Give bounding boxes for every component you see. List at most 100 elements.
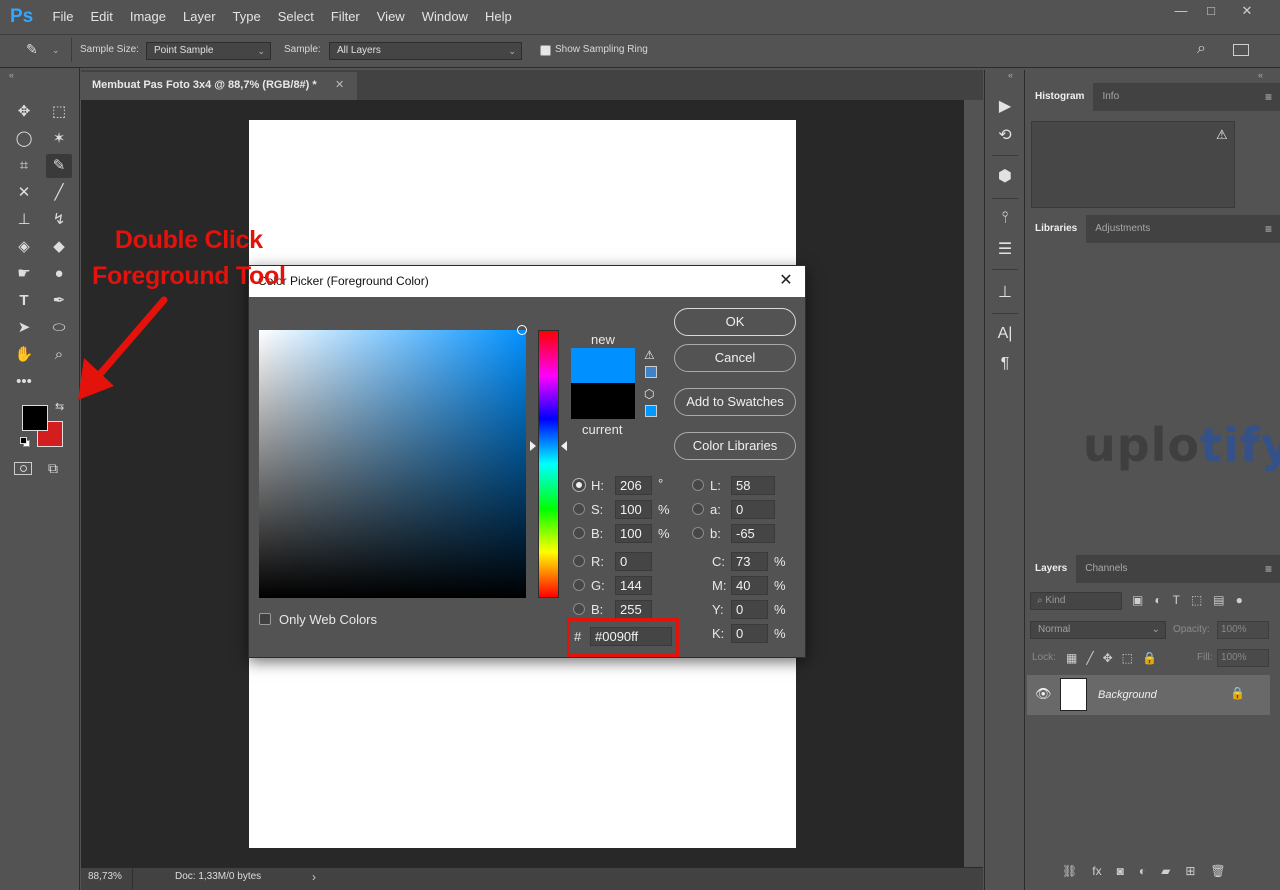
eyedropper-preset-icon[interactable]: ✎ [26,41,38,58]
menu-layer[interactable]: Layer [175,0,225,34]
blue-field[interactable]: 255 [615,600,652,619]
layer-style-icon[interactable]: fx [1092,864,1101,878]
stamp-tool-icon[interactable]: ⊥ [11,208,37,232]
menu-view[interactable]: View [368,0,413,34]
brightness-radio[interactable] [573,527,585,539]
saturation-radio[interactable] [573,503,585,515]
menu-file[interactable]: File [44,0,82,34]
lock-position-icon[interactable]: ✥ [1103,651,1113,665]
zoom-tool-icon[interactable]: ⌕ [46,343,72,367]
sample-select[interactable]: All Layers ⌄ [329,42,522,60]
shape-filter-icon[interactable]: ⬚ [1191,593,1202,607]
menu-edit[interactable]: Edit [82,0,121,34]
eyedropper-tool-icon[interactable]: ✎ [46,154,72,178]
document-tab[interactable]: Membuat Pas Foto 3x4 @ 88,7% (RGB/8#) * … [81,72,357,100]
yellow-field[interactable]: 0 [731,600,768,619]
paragraph-icon[interactable]: ¶ [992,355,1018,373]
lock-pixels-icon[interactable]: ╱ [1086,651,1093,665]
ok-button[interactable]: OK [674,308,796,336]
maximize-icon[interactable]: □ [1196,0,1226,24]
lightness-radio[interactable] [692,479,704,491]
delete-layer-icon[interactable]: 🗑 [1210,864,1225,878]
crop-tool-icon[interactable]: ⌗ [11,154,37,178]
lock-artboard-icon[interactable]: ⬚ [1122,651,1133,665]
path-selection-tool-icon[interactable]: ➤ [11,316,37,340]
saturation-field[interactable]: 100 [615,500,652,519]
b-channel-field[interactable]: -65 [731,524,775,543]
current-color-swatch[interactable] [571,383,635,419]
lock-transparent-icon[interactable]: ▦ [1066,651,1077,665]
web-safe-cube-icon[interactable]: ⬡ [644,387,654,401]
menu-help[interactable]: Help [476,0,520,34]
quick-mask-icon[interactable] [14,462,32,475]
magic-wand-tool-icon[interactable]: ✶ [46,127,72,151]
gamut-color-chip[interactable] [645,366,657,378]
black-field[interactable]: 0 [731,624,768,643]
hand-tool-icon[interactable]: ✋ [11,343,37,367]
zoom-level[interactable]: 88,73% [88,871,122,882]
close-icon[interactable]: ✕ [773,269,799,293]
collapse-icon[interactable]: « [1258,70,1263,80]
more-tools-icon[interactable]: ••• [11,370,37,394]
only-web-colors-checkbox[interactable] [259,613,271,625]
eye-icon[interactable]: 👁 [1035,686,1052,702]
ellipse-tool-icon[interactable]: ⬭ [46,316,72,340]
panel-menu-icon[interactable]: ≡ [1265,562,1272,576]
clone-source-icon[interactable]: ⊥ [992,282,1018,302]
properties-icon[interactable]: ☰ [992,239,1018,259]
menu-image[interactable]: Image [121,0,174,34]
link-layers-icon[interactable]: ⛓ [1062,864,1077,878]
hex-field[interactable]: #0090ff [590,627,672,646]
cancel-button[interactable]: Cancel [674,344,796,372]
image-filter-icon[interactable]: ▣ [1132,593,1143,607]
add-mask-icon[interactable]: ◙ [1117,864,1124,878]
hue-slider[interactable] [538,330,559,598]
adjustment-filter-icon[interactable]: ◐ [1154,593,1161,607]
lightness-field[interactable]: 58 [731,476,775,495]
panel-menu-icon[interactable]: ≡ [1265,90,1272,104]
hue-slider-right-handle[interactable] [561,441,567,451]
green-field[interactable]: 144 [615,576,652,595]
red-field[interactable]: 0 [615,552,652,571]
hue-slider-left-handle[interactable] [530,441,536,451]
paint-bucket-tool-icon[interactable]: ◆ [46,235,72,259]
play-actions-icon[interactable]: ▶ [992,96,1018,116]
new-adjustment-icon[interactable]: ◐ [1139,864,1146,878]
layer-name[interactable]: Background [1098,689,1157,701]
pen-tool-icon[interactable]: ✒ [46,289,72,313]
tab-layers[interactable]: Layers [1026,555,1077,583]
add-to-swatches-button[interactable]: Add to Swatches [674,388,796,416]
tab-histogram[interactable]: Histogram [1026,83,1094,111]
blend-mode-select[interactable]: Normal ⌄ [1030,621,1166,639]
saturation-brightness-field[interactable] [259,325,527,598]
workspace-icon[interactable] [1233,44,1249,56]
a-channel-radio[interactable] [692,503,704,515]
menu-window[interactable]: Window [413,0,476,34]
search-icon[interactable]: ⌕ [1197,40,1206,58]
screen-mode-icon[interactable]: ⧉ [48,460,58,477]
filter-toggle-icon[interactable]: ● [1236,593,1243,607]
minimize-icon[interactable]: — [1166,0,1196,24]
magenta-field[interactable]: 40 [731,576,768,595]
warning-icon[interactable]: ⚠ [1216,127,1228,143]
collapse-icon[interactable]: « [1008,70,1013,80]
menu-filter[interactable]: Filter [322,0,368,34]
brush-tool-icon[interactable]: ╱ [46,181,72,205]
fill-field[interactable]: 100% [1217,649,1269,667]
tab-info[interactable]: Info [1093,83,1128,111]
brushes-icon[interactable]: ⫯ [992,209,1018,227]
gamut-warning-icon[interactable]: ⚠ [644,348,655,362]
green-radio[interactable] [573,579,585,591]
tab-libraries[interactable]: Libraries [1026,215,1087,243]
cyan-field[interactable]: 73 [731,552,768,571]
hue-field[interactable]: 206 [615,476,652,495]
history-brush-tool-icon[interactable]: ↯ [46,208,72,232]
menu-select[interactable]: Select [269,0,322,34]
color-libraries-button[interactable]: Color Libraries [674,432,796,460]
default-colors-icon[interactable] [20,437,30,447]
history-icon[interactable]: ⟲ [992,125,1018,145]
close-tab-icon[interactable]: ✕ [335,72,344,99]
color-marker[interactable] [517,325,527,335]
type-tool-icon[interactable]: T [11,289,37,313]
lock-all-icon[interactable]: 🔒 [1142,651,1157,665]
